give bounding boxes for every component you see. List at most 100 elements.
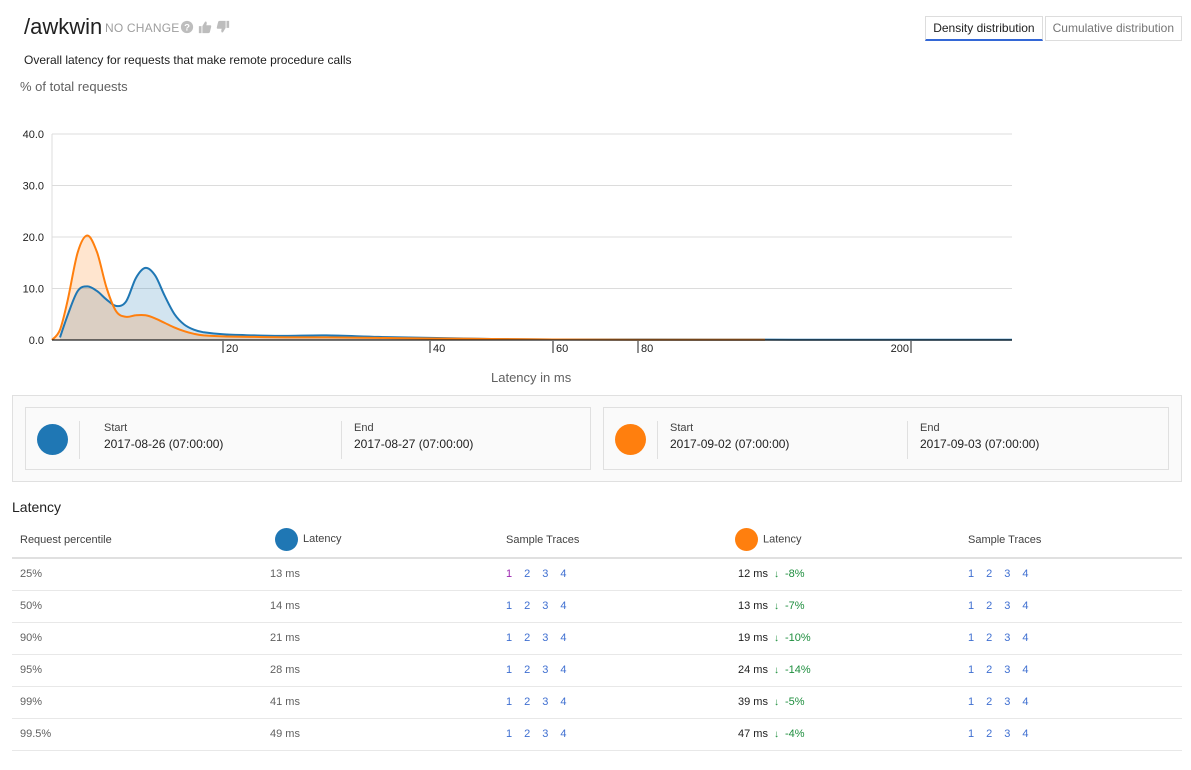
sample-trace-link[interactable]: 2 [986,600,992,612]
x-tick-label: 60 [556,343,568,355]
thumbs-down-icon[interactable] [216,20,230,34]
series-lines [51,234,1012,341]
feedback-icons: ? [180,20,230,34]
sample-traces-series-2: 1234 [968,718,1182,751]
start-value: 2017-09-02 (07:00:00) [670,437,790,451]
start-field: Start 2017-08-26 (07:00:00) [104,422,223,451]
sample-trace-link[interactable]: 4 [560,696,566,708]
sample-trace-link[interactable]: 1 [968,696,974,708]
x-axis-title: Latency in ms [491,370,572,385]
sample-trace-link[interactable]: 4 [1022,728,1028,740]
arrow-down-icon: ↓ [773,601,779,612]
col-sample-traces-1: Sample Traces [506,522,736,559]
sample-trace-link[interactable]: 4 [1022,664,1028,676]
latency-density-chart: 0.0 10.0 20.0 30.0 40.0 20 40 60 80 200 [23,129,1012,355]
latency-value: 19 ms [738,632,768,644]
series-2-color-dot [735,528,758,551]
page-title: /awkwin [24,14,103,39]
sample-trace-link[interactable]: 3 [542,664,548,676]
sample-trace-link[interactable]: 2 [524,600,530,612]
percentile-cell: 25% [12,558,270,591]
sample-trace-link[interactable]: 2 [986,728,992,740]
sample-trace-link[interactable]: 3 [542,728,548,740]
latency-value: 12 ms [738,568,768,581]
sample-trace-link[interactable]: 2 [524,696,530,708]
sample-trace-link[interactable]: 4 [560,600,566,612]
thumbs-up-icon[interactable] [198,20,212,34]
sample-trace-link[interactable]: 1 [506,568,512,580]
sample-trace-link[interactable]: 1 [506,728,512,740]
arrow-down-icon: ↓ [773,697,779,708]
sample-trace-link[interactable]: 2 [524,568,530,580]
tab-density-distribution[interactable]: Density distribution [925,16,1043,41]
start-value: 2017-08-26 (07:00:00) [104,437,224,451]
grid-lines [51,133,1012,340]
end-label: End [920,422,940,434]
sample-trace-link[interactable]: 2 [524,664,530,676]
sample-trace-link[interactable]: 1 [506,696,512,708]
series-1-color-dot [275,528,298,551]
sample-trace-link[interactable]: 2 [524,728,530,740]
sample-trace-link[interactable]: 1 [968,632,974,644]
sample-trace-link[interactable]: 2 [986,696,992,708]
sample-trace-link[interactable]: 3 [1004,632,1010,644]
table-row: 99% 41 ms 1 2 3 4 39 ms ↓ -5% 1 2 3 4 [12,686,1182,719]
end-value: 2017-09-03 (07:00:00) [920,437,1040,451]
sample-trace-link[interactable]: 3 [542,600,548,612]
latency-series-2-cell: 19 ms ↓ -10% [736,622,968,655]
sample-traces-series-1: 1234 [506,558,736,591]
status-badge: NO CHANGE [105,21,180,35]
x-tick-label: 40 [433,343,445,355]
sample-trace-link[interactable]: 3 [542,568,548,580]
sample-trace-link[interactable]: 1 [506,632,512,644]
sample-trace-link[interactable]: 4 [1022,696,1028,708]
sample-trace-link[interactable]: 3 [1004,664,1010,676]
sample-trace-link[interactable]: 1 [968,728,974,740]
help-icon[interactable]: ? [180,20,194,34]
sample-trace-link[interactable]: 4 [560,632,566,644]
y-tick-label: 10.0 [23,284,44,296]
sample-trace-link[interactable]: 3 [1004,568,1010,580]
sample-trace-link[interactable]: 2 [524,632,530,644]
col-sample-traces-2: Sample Traces [968,522,1182,559]
sample-trace-link[interactable]: 2 [986,664,992,676]
sample-trace-link[interactable]: 1 [506,600,512,612]
latency-section-title: Latency [12,499,62,515]
sample-trace-link[interactable]: 1 [968,568,974,580]
tab-cumulative-distribution[interactable]: Cumulative distribution [1044,16,1182,41]
page-description: Overall latency for requests that make r… [24,53,352,67]
sample-trace-link[interactable]: 4 [560,728,566,740]
latency-series-2-cell: 13 ms ↓ -7% [736,590,968,623]
sample-trace-link[interactable]: 1 [968,664,974,676]
sample-trace-link[interactable]: 1 [506,664,512,676]
sample-traces-series-2: 1234 [968,622,1182,655]
divider [79,421,80,459]
sample-trace-link[interactable]: 3 [1004,728,1010,740]
sample-trace-link[interactable]: 4 [560,568,566,580]
divider [657,421,658,459]
sample-trace-link[interactable]: 4 [1022,600,1028,612]
latency-series-1-cell: 14 ms [270,590,506,623]
percentile-cell: 99% [12,686,270,719]
sample-trace-link[interactable]: 3 [1004,696,1010,708]
series-1-area [60,267,1012,340]
y-tick-label: 40.0 [23,129,44,141]
sample-traces-series-1: 1234 [506,622,736,655]
sample-trace-link[interactable]: 4 [1022,632,1028,644]
sample-trace-link[interactable]: 3 [542,632,548,644]
sample-trace-link[interactable]: 1 [968,600,974,612]
sample-trace-link[interactable]: 2 [986,632,992,644]
percentile-cell: 90% [12,622,270,655]
legend-card-series-2: Start 2017-09-02 (07:00:00) End 2017-09-… [603,407,1169,470]
sample-trace-link[interactable]: 4 [1022,568,1028,580]
latency-series-1-cell: 28 ms [270,654,506,687]
sample-trace-link[interactable]: 3 [1004,600,1010,612]
sample-traces-series-1: 1234 [506,654,736,687]
sample-traces-series-2: 1234 [968,686,1182,719]
sample-trace-link[interactable]: 3 [542,696,548,708]
arrow-down-icon: ↓ [773,729,779,740]
y-tick-label: 20.0 [23,232,44,244]
sample-trace-link[interactable]: 2 [986,568,992,580]
table-row: 25% 13 ms 1 2 3 4 12 ms ↓ -8% 1 2 3 4 [12,558,1182,591]
sample-trace-link[interactable]: 4 [560,664,566,676]
